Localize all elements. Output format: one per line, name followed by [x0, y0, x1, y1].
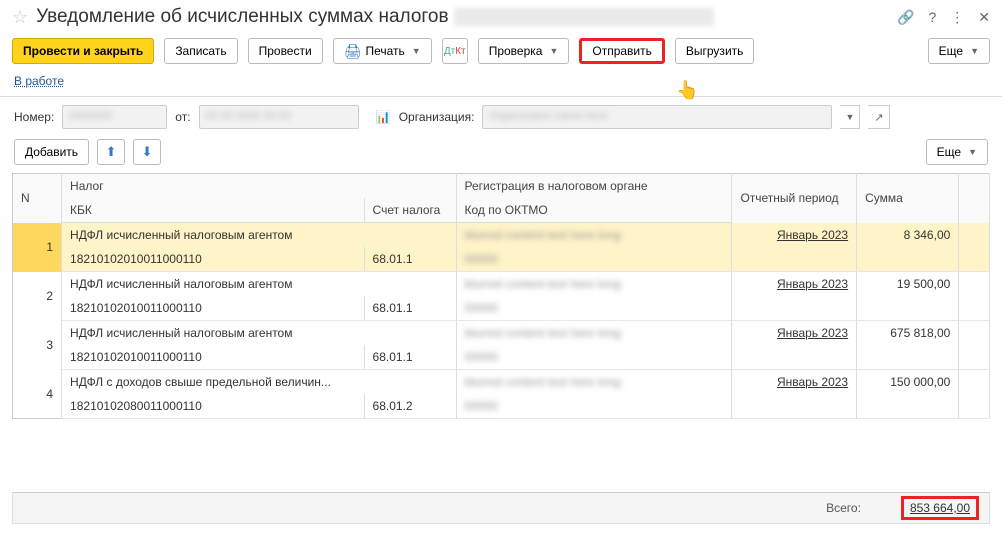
dt-kt-button[interactable]: ДᴛКᴛ: [442, 38, 468, 64]
row-tax: НДФЛ исчисленный налоговым агентом: [62, 321, 456, 346]
row-period: Январь 2023: [732, 321, 857, 346]
row-oktmo: 00000: [456, 247, 732, 272]
col-acct: Счет налога: [364, 198, 456, 223]
org-label: Организация:: [399, 110, 475, 124]
tax-table[interactable]: N Налог Регистрация в налоговом органе О…: [12, 173, 990, 419]
number-input[interactable]: 0000000: [62, 105, 167, 129]
col-end: [959, 174, 990, 223]
table-row-sub[interactable]: 1821010201001100011068.01.100000: [13, 247, 990, 272]
row-sum: 675 818,00: [857, 321, 959, 346]
row-n: 4: [13, 370, 62, 419]
send-button[interactable]: Отправить: [579, 38, 665, 64]
table-row-sub[interactable]: 1821010208001100011068.01.200000: [13, 394, 990, 419]
check-button[interactable]: Проверка ▼: [478, 38, 570, 64]
print-button[interactable]: 🖨 Печать ▼: [333, 38, 432, 64]
move-down-button[interactable]: ⬇: [133, 139, 161, 165]
row-acct: 68.01.1: [364, 247, 456, 272]
table-row[interactable]: 2НДФЛ исчисленный налоговым агентомblurr…: [13, 272, 990, 297]
col-kbk: КБК: [62, 198, 365, 223]
chevron-down-icon: ▼: [412, 46, 421, 56]
row-reg: blurred content text here long: [456, 223, 732, 248]
row-n: 2: [13, 272, 62, 321]
table-row[interactable]: 3НДФЛ исчисленный налоговым агентомblurr…: [13, 321, 990, 346]
chevron-down-icon: ▼: [968, 147, 977, 157]
total-label: Всего:: [826, 501, 861, 515]
table-row-sub[interactable]: 1821010201001100011068.01.100000: [13, 345, 990, 370]
post-and-close-button[interactable]: Провести и закрыть: [12, 38, 154, 64]
row-reg: blurred content text here long: [456, 321, 732, 346]
row-sum: 150 000,00: [857, 370, 959, 395]
row-reg: blurred content text here long: [456, 272, 732, 297]
row-acct: 68.01.1: [364, 345, 456, 370]
from-label: от:: [175, 110, 190, 124]
page-title: Уведомление об исчисленных суммах налого…: [36, 6, 889, 28]
row-tax: НДФЛ исчисленный налоговым агентом: [62, 223, 456, 248]
table-row[interactable]: 1НДФЛ исчисленный налоговым агентомblurr…: [13, 223, 990, 248]
row-kbk: 18210102010011000110: [62, 345, 365, 370]
post-button[interactable]: Провести: [248, 38, 323, 64]
close-icon[interactable]: ✕: [978, 9, 990, 26]
export-button[interactable]: Выгрузить: [675, 38, 755, 64]
more-button-grid[interactable]: Еще ▼: [926, 139, 988, 165]
link-icon[interactable]: 🔗: [897, 9, 914, 26]
chevron-down-icon: ▼: [970, 46, 979, 56]
org-input[interactable]: Organization name here: [482, 105, 832, 129]
col-n: N: [13, 174, 62, 223]
row-kbk: 18210102080011000110: [62, 394, 365, 419]
org-icon: 📊: [376, 110, 391, 124]
chevron-down-icon: ▼: [549, 46, 558, 56]
row-reg: blurred content text here long: [456, 370, 732, 395]
add-button[interactable]: Добавить: [14, 139, 89, 165]
total-value: 853 664,00: [901, 496, 979, 520]
total-row: Всего: 853 664,00: [12, 492, 990, 524]
table-row[interactable]: 4НДФЛ с доходов свыше предельной величин…: [13, 370, 990, 395]
table-row-sub[interactable]: 1821010201001100011068.01.100000: [13, 296, 990, 321]
row-oktmo: 00000: [456, 394, 732, 419]
more-button-top[interactable]: Еще ▼: [928, 38, 990, 64]
date-input[interactable]: 00.00.0000 00:00: [199, 105, 359, 129]
row-period: Январь 2023: [732, 223, 857, 248]
row-period: Январь 2023: [732, 272, 857, 297]
col-reg: Регистрация в налоговом органе: [456, 174, 732, 199]
number-label: Номер:: [14, 110, 54, 124]
row-period: Январь 2023: [732, 370, 857, 395]
row-sum: 19 500,00: [857, 272, 959, 297]
org-dropdown-button[interactable]: ▼: [840, 105, 860, 129]
row-acct: 68.01.2: [364, 394, 456, 419]
favorite-star-icon[interactable]: ☆: [12, 7, 28, 28]
printer-icon: 🖨: [344, 43, 362, 60]
row-oktmo: 00000: [456, 296, 732, 321]
row-oktmo: 00000: [456, 345, 732, 370]
row-tax: НДФЛ исчисленный налоговым агентом: [62, 272, 456, 297]
row-n: 1: [13, 223, 62, 272]
col-period: Отчетный период: [732, 174, 857, 223]
col-tax: Налог: [62, 174, 456, 199]
org-open-button[interactable]: ↗: [868, 105, 890, 129]
move-up-button[interactable]: ⬆: [97, 139, 125, 165]
row-kbk: 18210102010011000110: [62, 296, 365, 321]
help-icon[interactable]: ?: [928, 9, 936, 26]
settings-icon[interactable]: ⋮: [950, 9, 964, 26]
col-oktmo: Код по ОКТМО: [456, 198, 732, 223]
row-kbk: 18210102010011000110: [62, 247, 365, 272]
status-link[interactable]: В работе: [14, 74, 64, 88]
row-tax: НДФЛ с доходов свыше предельной величин.…: [62, 370, 456, 395]
row-acct: 68.01.1: [364, 296, 456, 321]
col-sum: Сумма: [857, 174, 959, 223]
row-n: 3: [13, 321, 62, 370]
row-sum: 8 346,00: [857, 223, 959, 248]
write-button[interactable]: Записать: [164, 38, 237, 64]
